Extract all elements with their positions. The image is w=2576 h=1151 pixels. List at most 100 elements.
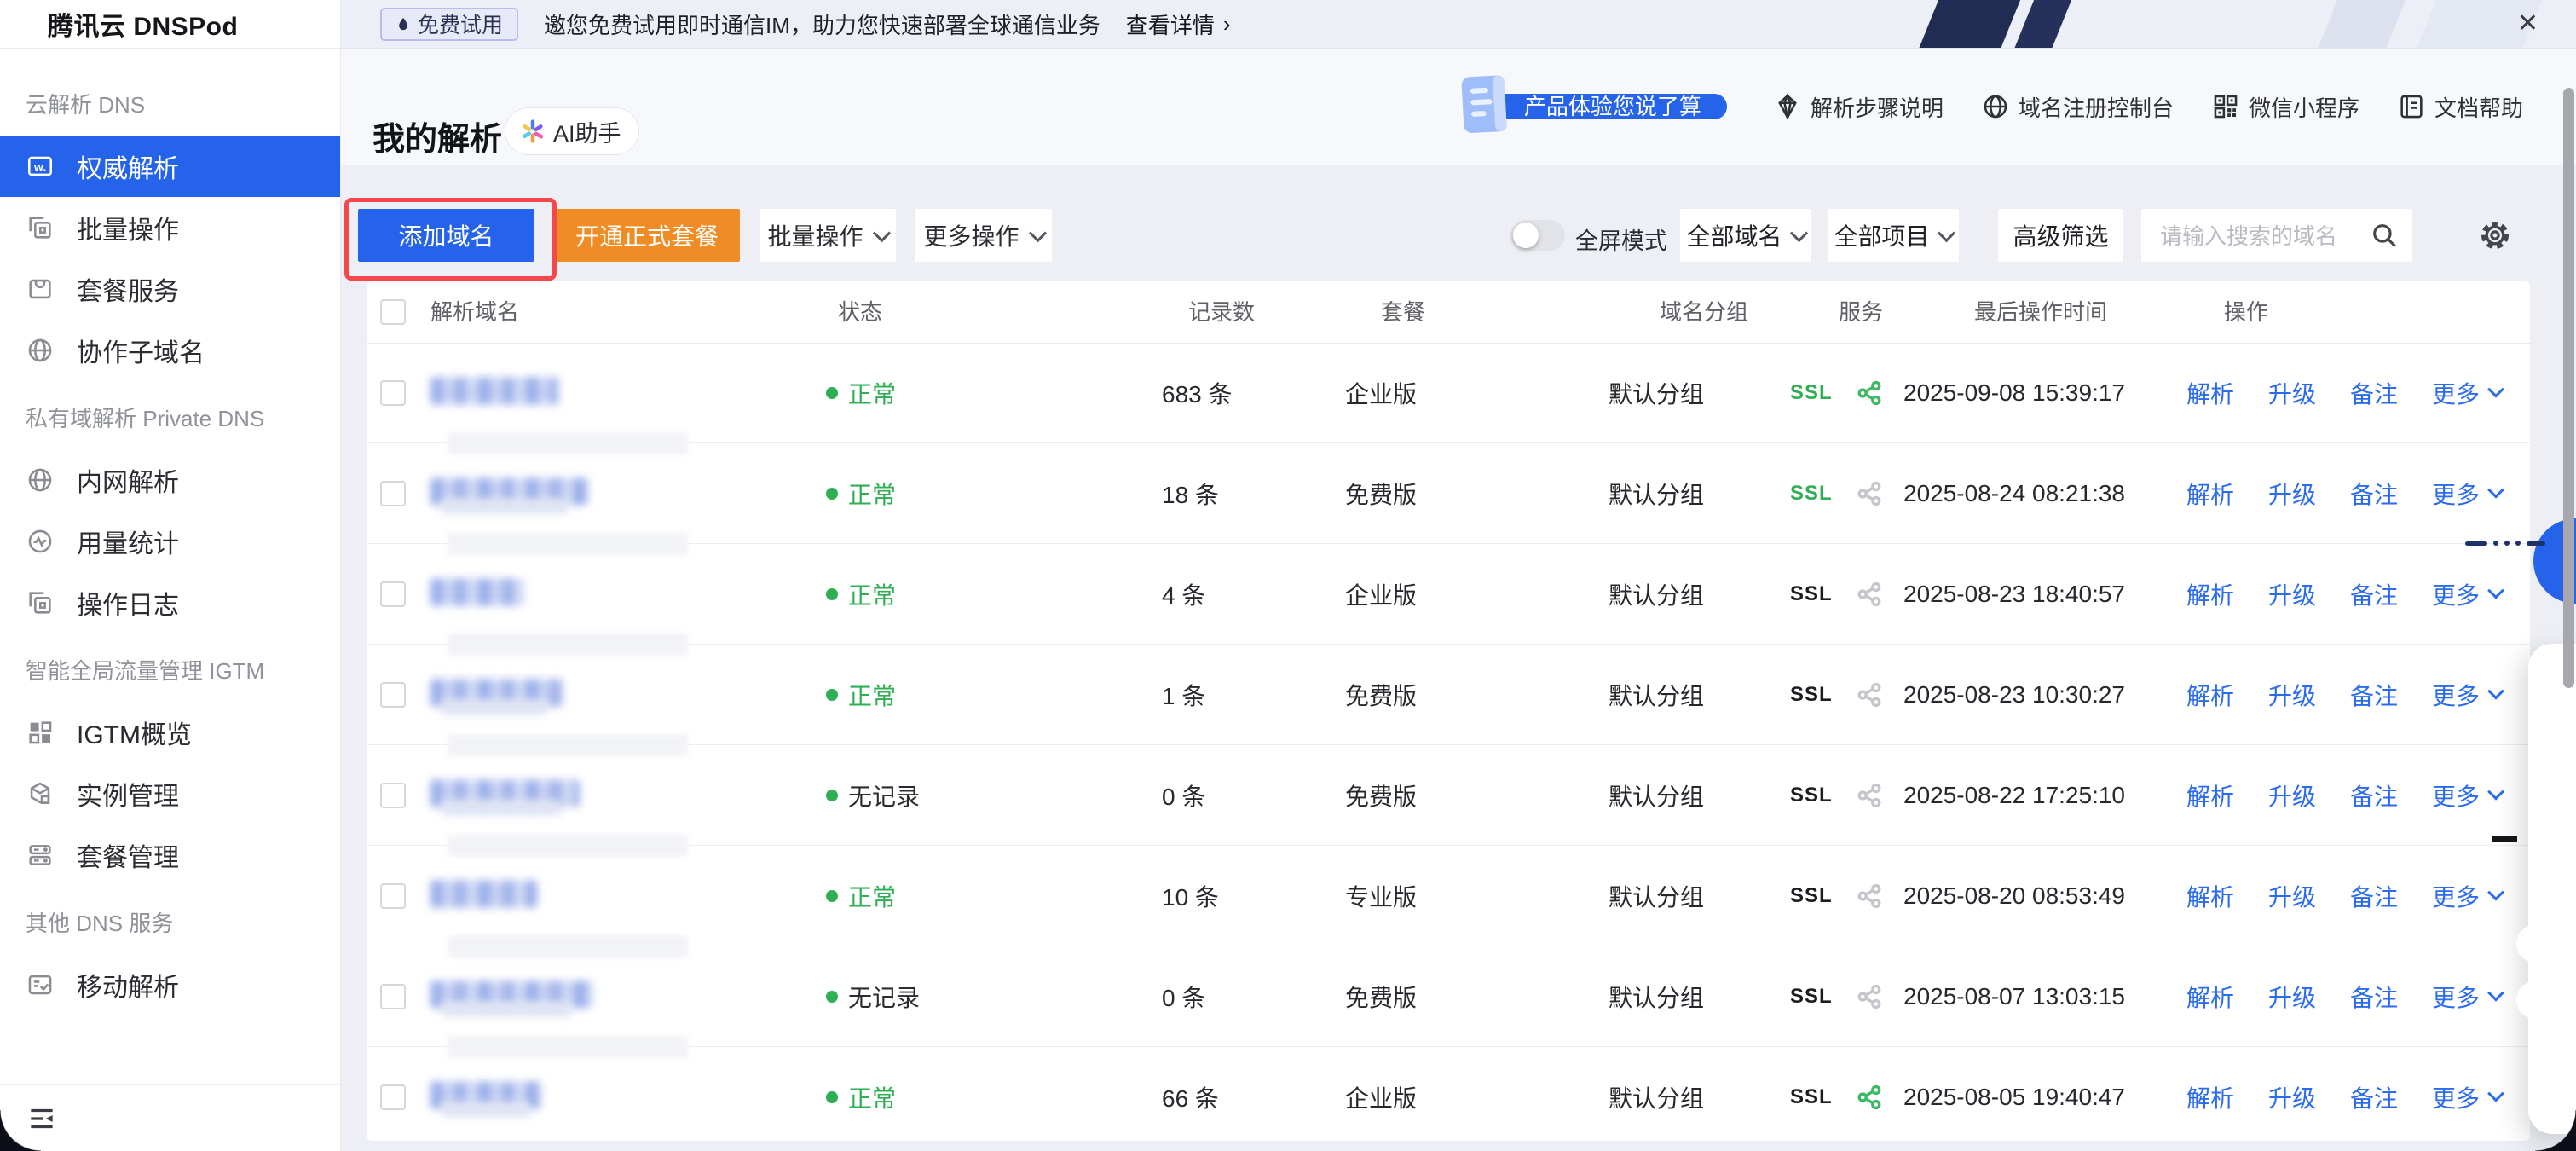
row-checkbox[interactable] [380, 481, 406, 506]
remark-action-link[interactable]: 备注 [2350, 1080, 2398, 1114]
header-link-微信小程序[interactable]: 微信小程序 [2211, 91, 2359, 123]
upgrade-action-link[interactable]: 升级 [2268, 477, 2316, 511]
more-action-link[interactable]: 更多 [2432, 980, 2502, 1014]
ssl-badge[interactable]: SSL [1790, 884, 1833, 908]
upgrade-action-link[interactable]: 升级 [2268, 678, 2316, 712]
column-header-last-op-time[interactable]: 最后操作时间 [1974, 281, 2107, 343]
product-feedback-button[interactable]: 产品体验您说了算 [1490, 84, 1727, 129]
ai-assistant-button[interactable]: AI助手 [505, 107, 639, 155]
upgrade-action-link[interactable]: 升级 [2268, 980, 2316, 1014]
sidebar-item-套餐服务[interactable]: 套餐服务 [0, 258, 340, 320]
sidebar-item-内网解析[interactable]: 内网解析 [0, 449, 340, 511]
banner-details-link[interactable]: 查看详情› [1126, 9, 1231, 40]
row-checkbox[interactable] [380, 380, 406, 406]
more-action-link[interactable]: 更多 [2432, 678, 2502, 712]
resolve-action-link[interactable]: 解析 [2186, 879, 2234, 913]
sidebar-item-移动解析[interactable]: 移动解析 [0, 954, 340, 1015]
sidebar-item-权威解析[interactable]: 权威解析 [0, 136, 340, 197]
domain-name-redacted[interactable] [430, 880, 537, 907]
link-association-icon[interactable] [1855, 982, 1884, 1011]
floating-widget-drag-handle[interactable] [2465, 541, 2545, 546]
header-link-文档帮助[interactable]: 文档帮助 [2397, 91, 2523, 123]
row-checkbox[interactable] [380, 682, 406, 708]
row-checkbox[interactable] [380, 883, 406, 909]
resolve-action-link[interactable]: 解析 [2186, 778, 2234, 813]
upgrade-action-link[interactable]: 升级 [2268, 879, 2316, 913]
domain-filter-dropdown[interactable]: 全部域名 [1680, 209, 1811, 262]
column-header-records[interactable]: 记录数 [1188, 281, 1255, 343]
link-association-icon[interactable] [1855, 1083, 1884, 1112]
batch-operations-dropdown[interactable]: 批量操作 [760, 209, 896, 262]
link-association-icon[interactable] [1855, 379, 1884, 408]
sidebar-item-实例管理[interactable]: 实例管理 [0, 763, 340, 824]
sidebar-item-协作子域名[interactable]: 协作子域名 [0, 320, 340, 381]
column-header-group[interactable]: 域名分组 [1660, 281, 1748, 343]
remark-action-link[interactable]: 备注 [2350, 376, 2398, 410]
project-filter-dropdown[interactable]: 全部项目 [1828, 209, 1959, 262]
domain-name-redacted[interactable] [430, 377, 558, 404]
column-header-status[interactable]: 状态 [838, 281, 882, 343]
more-action-link[interactable]: 更多 [2432, 376, 2502, 410]
banner-close-icon[interactable]: ✕ [2517, 11, 2538, 37]
upgrade-action-link[interactable]: 升级 [2268, 778, 2316, 813]
resolve-action-link[interactable]: 解析 [2186, 577, 2234, 611]
remark-action-link[interactable]: 备注 [2350, 980, 2398, 1014]
resolve-action-link[interactable]: 解析 [2186, 376, 2234, 410]
domain-name-redacted[interactable] [430, 578, 524, 605]
sidebar-item-用量统计[interactable]: 用量统计 [0, 511, 340, 572]
floating-side-panel[interactable] [2528, 644, 2576, 1134]
advanced-filter-button[interactable]: 高级筛选 [1998, 209, 2123, 262]
ssl-badge[interactable]: SSL [1790, 784, 1833, 807]
link-association-icon[interactable] [1855, 781, 1884, 810]
add-domain-button[interactable]: 添加域名 [358, 209, 534, 262]
header-link-解析步骤说明[interactable]: 解析步骤说明 [1773, 91, 1944, 123]
resolve-action-link[interactable]: 解析 [2186, 1080, 2234, 1114]
fullscreen-toggle[interactable] [1510, 220, 1565, 251]
row-checkbox[interactable] [380, 984, 406, 1009]
more-action-link[interactable]: 更多 [2432, 477, 2502, 511]
upgrade-action-link[interactable]: 升级 [2268, 577, 2316, 611]
remark-action-link[interactable]: 备注 [2350, 577, 2398, 611]
more-operations-dropdown[interactable]: 更多操作 [915, 209, 1052, 262]
ssl-badge[interactable]: SSL [1790, 683, 1833, 707]
row-checkbox[interactable] [380, 1084, 406, 1110]
sidebar-item-操作日志[interactable]: 操作日志 [0, 572, 340, 633]
upgrade-action-link[interactable]: 升级 [2268, 1080, 2316, 1114]
upgrade-action-link[interactable]: 升级 [2268, 376, 2316, 410]
link-association-icon[interactable] [1855, 882, 1884, 911]
table-settings-gear-icon[interactable] [2479, 219, 2511, 252]
minimize-dash-icon[interactable] [2492, 836, 2517, 842]
ssl-badge[interactable]: SSL [1790, 482, 1833, 506]
column-header-domain[interactable]: 解析域名 [430, 281, 519, 343]
link-association-icon[interactable] [1855, 580, 1884, 609]
activate-plan-button[interactable]: 开通正式套餐 [554, 209, 740, 262]
vertical-scrollbar[interactable] [2563, 88, 2574, 688]
resolve-action-link[interactable]: 解析 [2186, 678, 2234, 712]
remark-action-link[interactable]: 备注 [2350, 678, 2398, 712]
remark-action-link[interactable]: 备注 [2350, 879, 2398, 913]
ssl-badge[interactable]: SSL [1790, 985, 1833, 1009]
more-action-link[interactable]: 更多 [2432, 778, 2502, 813]
row-checkbox[interactable] [380, 581, 406, 607]
resolve-action-link[interactable]: 解析 [2186, 477, 2234, 511]
column-header-service[interactable]: 服务 [1839, 281, 1883, 343]
remark-action-link[interactable]: 备注 [2350, 778, 2398, 813]
link-association-icon[interactable] [1855, 680, 1884, 709]
more-action-link[interactable]: 更多 [2432, 1080, 2502, 1114]
search-icon[interactable] [2370, 221, 2399, 250]
select-all-checkbox[interactable] [380, 299, 406, 325]
row-checkbox[interactable] [380, 783, 406, 808]
more-action-link[interactable]: 更多 [2432, 879, 2502, 913]
collapse-sidebar-icon[interactable] [26, 1102, 58, 1135]
resolve-action-link[interactable]: 解析 [2186, 980, 2234, 1014]
remark-action-link[interactable]: 备注 [2350, 477, 2398, 511]
sidebar-item-批量操作[interactable]: 批量操作 [0, 197, 340, 258]
sidebar-item-IGTM概览[interactable]: IGTM概览 [0, 702, 340, 763]
more-action-link[interactable]: 更多 [2432, 577, 2502, 611]
domain-search-input[interactable] [2141, 209, 2375, 263]
ssl-badge[interactable]: SSL [1790, 381, 1833, 405]
ssl-badge[interactable]: SSL [1790, 1085, 1833, 1109]
header-link-域名注册控制台[interactable]: 域名注册控制台 [1981, 91, 2174, 123]
sidebar-item-套餐管理[interactable]: 套餐管理 [0, 824, 340, 886]
ssl-badge[interactable]: SSL [1790, 582, 1833, 606]
